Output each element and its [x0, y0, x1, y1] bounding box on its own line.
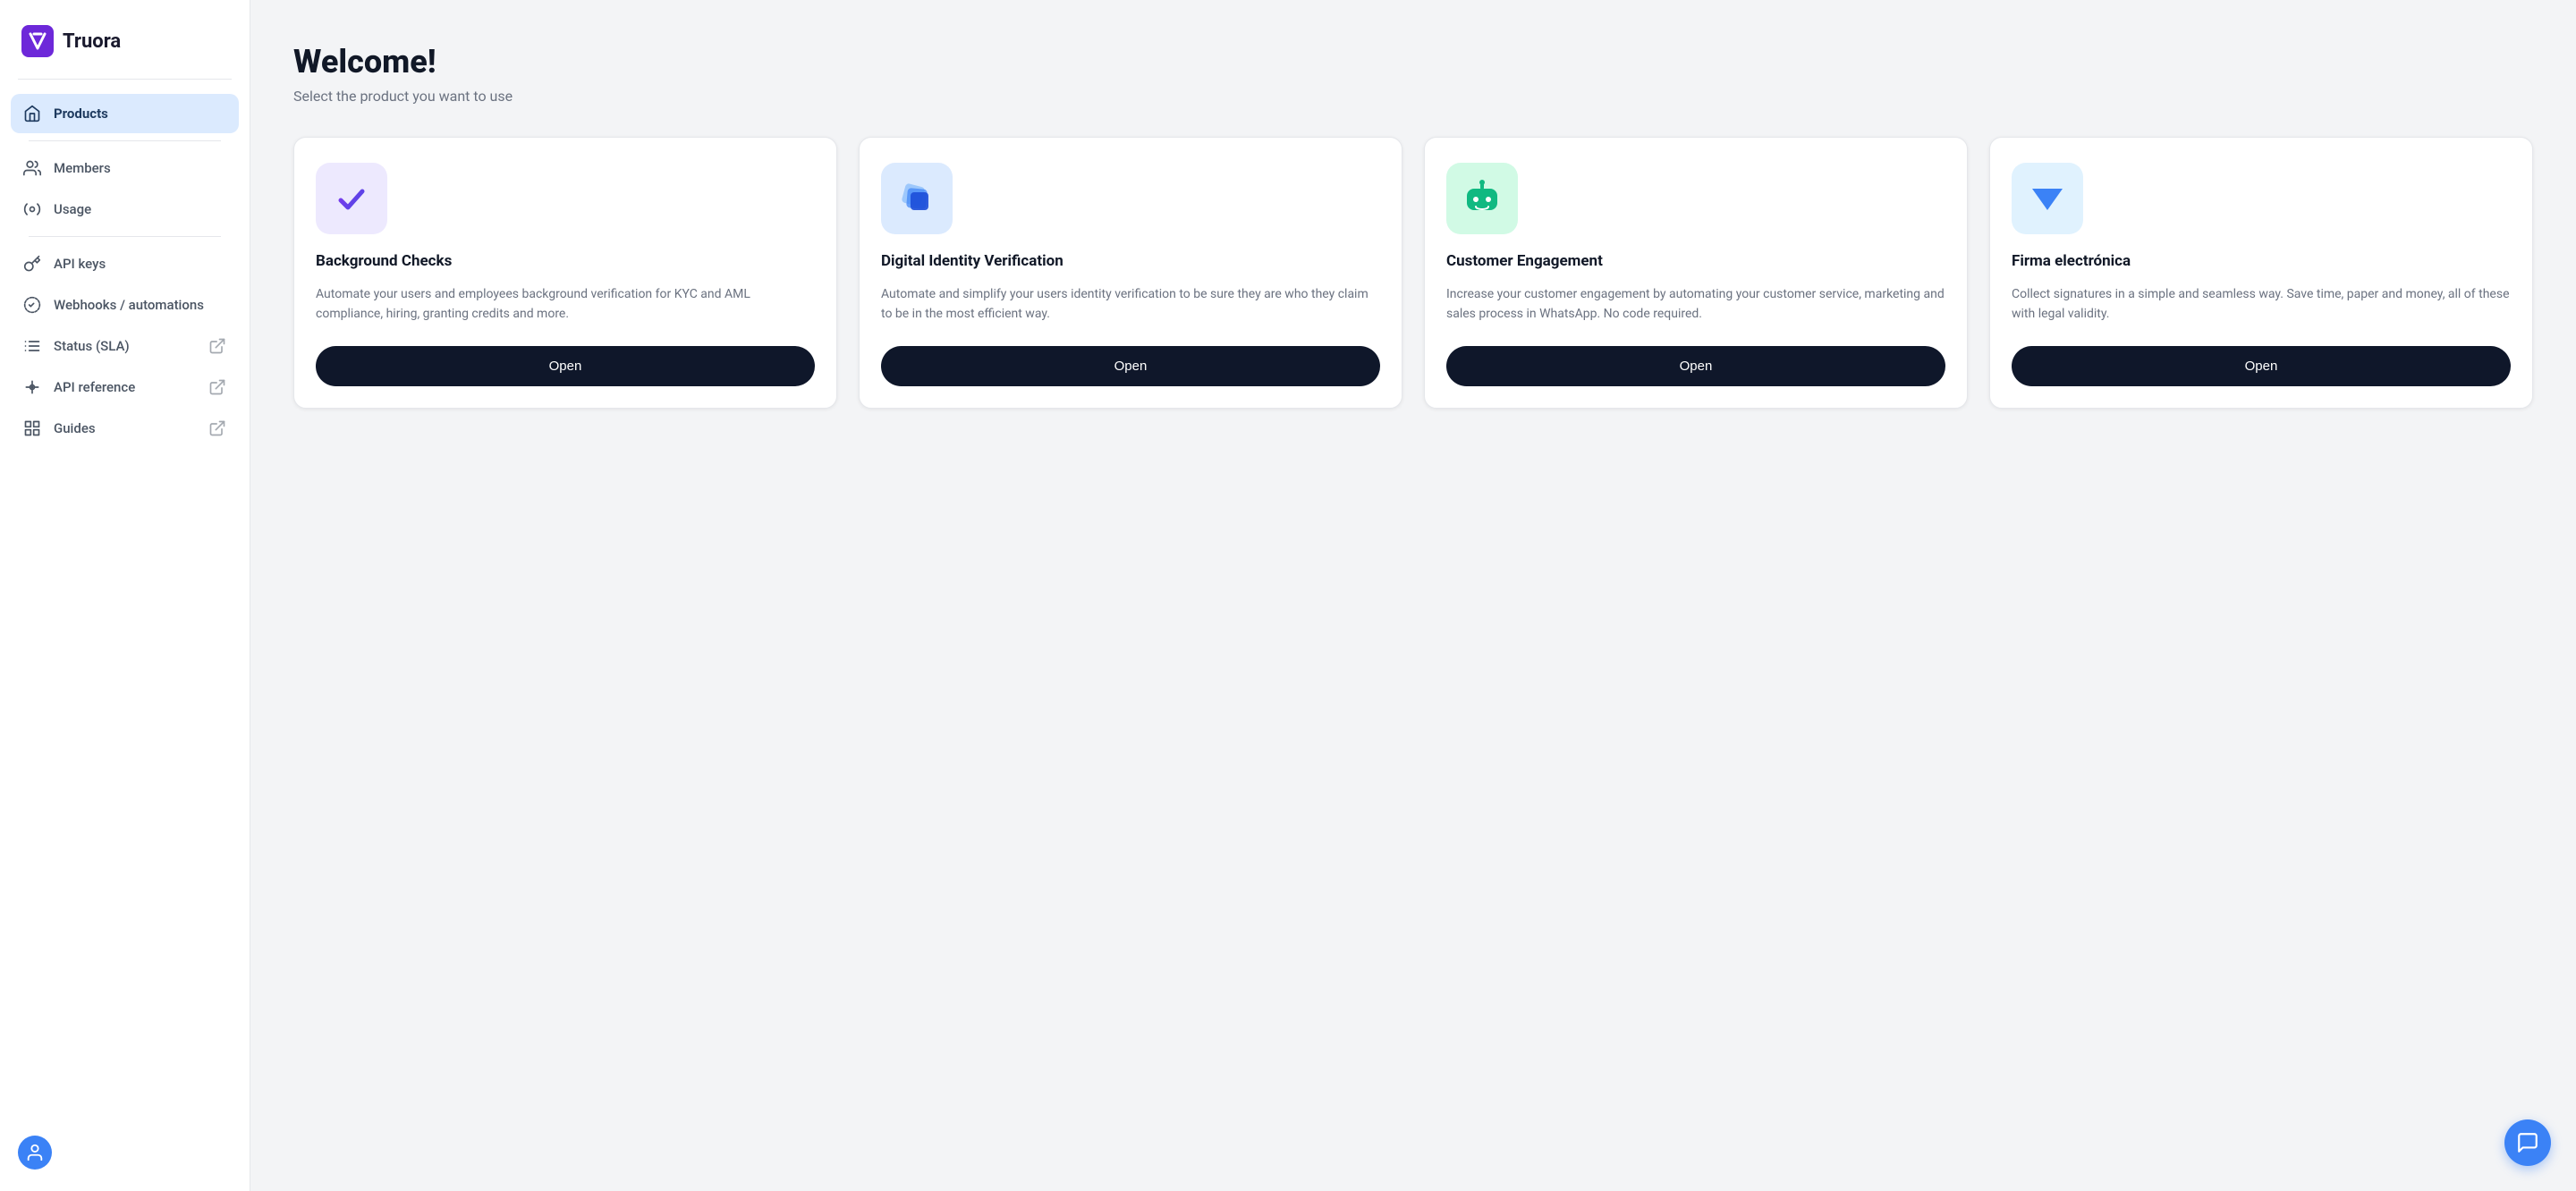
api-icon [23, 378, 41, 396]
firma-electronica-icon [2025, 176, 2070, 221]
home-icon [23, 105, 41, 122]
background-checks-icon [330, 177, 373, 220]
background-checks-icon-wrapper [316, 163, 387, 234]
sidebar-divider-1 [29, 140, 221, 141]
customer-engagement-desc: Increase your customer engagement by aut… [1446, 284, 1945, 325]
customer-engagement-title: Customer Engagement [1446, 252, 1945, 270]
key-icon [23, 255, 41, 273]
firma-electronica-title: Firma electrónica [2012, 252, 2511, 270]
sidebar-item-api-keys-label: API keys [54, 256, 106, 272]
background-checks-title: Background Checks [316, 252, 815, 270]
chat-support-button[interactable] [2504, 1119, 2551, 1166]
usage-icon [23, 200, 41, 218]
sidebar-item-api-reference[interactable]: API reference [11, 367, 239, 407]
logo-text: Truora [63, 30, 121, 53]
digital-identity-desc: Automate and simplify your users identit… [881, 284, 1380, 325]
customer-engagement-icon [1460, 176, 1504, 221]
sidebar-item-webhooks[interactable]: Webhooks / automations [11, 285, 239, 325]
customer-engagement-icon-wrapper [1446, 163, 1518, 234]
sidebar-nav: Products Members Usage [0, 80, 250, 1121]
external-link-icon-status [208, 337, 226, 355]
logo-area[interactable]: Truora [0, 0, 250, 79]
digital-identity-icon [894, 176, 939, 221]
products-grid: Background Checks Automate your users an… [293, 137, 2533, 409]
sidebar-item-products[interactable]: Products [11, 94, 239, 133]
sidebar-item-api-reference-label: API reference [54, 379, 135, 395]
main-content: Welcome! Select the product you want to … [250, 0, 2576, 1191]
sidebar-item-guides-label: Guides [54, 420, 96, 436]
sidebar-item-members[interactable]: Members [11, 148, 239, 188]
truora-logo-icon [21, 25, 54, 57]
firma-electronica-desc: Collect signatures in a simple and seaml… [2012, 284, 2511, 325]
page-title: Welcome! [293, 43, 2533, 80]
external-link-icon-api [208, 378, 226, 396]
digital-identity-open-button[interactable]: Open [881, 346, 1380, 386]
avatar-icon [25, 1143, 45, 1162]
sidebar: Truora Products Members [0, 0, 250, 1191]
sidebar-item-usage-label: Usage [54, 201, 91, 217]
product-card-customer-engagement: Customer Engagement Increase your custom… [1424, 137, 1968, 409]
page-subtitle: Select the product you want to use [293, 88, 2533, 105]
product-card-digital-identity: Digital Identity Verification Automate a… [859, 137, 1402, 409]
product-card-firma-electronica: Firma electrónica Collect signatures in … [1989, 137, 2533, 409]
sidebar-item-guides[interactable]: Guides [11, 409, 239, 448]
firma-electronica-open-button[interactable]: Open [2012, 346, 2511, 386]
status-icon [23, 337, 41, 355]
product-card-background-checks: Background Checks Automate your users an… [293, 137, 837, 409]
sidebar-bottom [0, 1121, 250, 1191]
external-link-icon-guides [208, 419, 226, 437]
sidebar-item-products-label: Products [54, 106, 108, 122]
firma-electronica-icon-wrapper [2012, 163, 2083, 234]
background-checks-desc: Automate your users and employees backgr… [316, 284, 815, 325]
sidebar-item-usage[interactable]: Usage [11, 190, 239, 229]
sidebar-item-members-label: Members [54, 160, 111, 176]
background-checks-open-button[interactable]: Open [316, 346, 815, 386]
user-avatar[interactable] [18, 1136, 52, 1170]
sidebar-item-status-label: Status (SLA) [54, 338, 130, 354]
customer-engagement-open-button[interactable]: Open [1446, 346, 1945, 386]
digital-identity-title: Digital Identity Verification [881, 252, 1380, 270]
sidebar-item-webhooks-label: Webhooks / automations [54, 297, 204, 313]
digital-identity-icon-wrapper [881, 163, 953, 234]
sidebar-divider-2 [29, 236, 221, 237]
users-icon [23, 159, 41, 177]
guides-icon [23, 419, 41, 437]
chat-icon [2516, 1131, 2539, 1154]
webhook-icon [23, 296, 41, 314]
sidebar-item-status[interactable]: Status (SLA) [11, 326, 239, 366]
sidebar-item-api-keys[interactable]: API keys [11, 244, 239, 283]
